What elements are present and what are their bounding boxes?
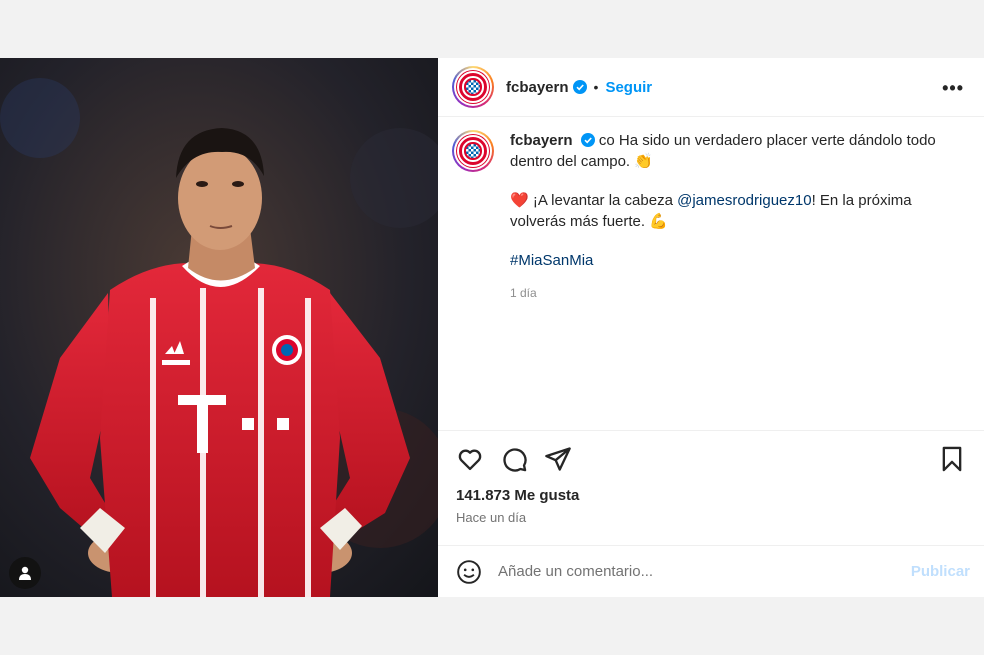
- post-photo[interactable]: [0, 58, 438, 597]
- avatar[interactable]: [452, 66, 494, 108]
- hashtag-link[interactable]: #MiaSanMia: [510, 252, 593, 269]
- header-separator: •: [593, 79, 599, 95]
- player-illustration: [0, 58, 438, 597]
- caption-line2-prefix: ❤️ ¡A levantar la cabeza: [510, 192, 678, 209]
- post-side-panel: fcbayern • Seguir ••• fcbayern co Ha sid…: [438, 58, 984, 597]
- follow-button[interactable]: Seguir: [605, 79, 652, 96]
- caption-text: fcbayern co Ha sido un verdadero placer …: [510, 130, 954, 304]
- post-header: fcbayern • Seguir •••: [438, 58, 984, 117]
- header-username[interactable]: fcbayern: [506, 79, 569, 96]
- likes-count[interactable]: 141.873 Me gusta: [456, 487, 966, 504]
- publish-button[interactable]: Publicar: [911, 563, 970, 580]
- mention-link[interactable]: @jamesrodriguez10: [677, 192, 811, 209]
- caption: fcbayern co Ha sido un verdadero placer …: [452, 130, 954, 304]
- caption-username[interactable]: fcbayern: [510, 132, 573, 149]
- heart-icon[interactable]: [456, 445, 484, 473]
- more-icon: •••: [942, 78, 964, 98]
- comment-input[interactable]: [498, 563, 911, 580]
- comment-icon[interactable]: [500, 445, 528, 473]
- user-tag-button[interactable]: [9, 557, 41, 589]
- share-icon[interactable]: [544, 445, 572, 473]
- comment-box: Publicar: [438, 545, 984, 597]
- verified-icon: [580, 133, 595, 147]
- bayern-logo: [457, 135, 489, 167]
- more-options-button[interactable]: •••: [942, 78, 964, 99]
- post-actions: 141.873 Me gusta Hace un día: [438, 430, 984, 546]
- instagram-post: fcbayern • Seguir ••• fcbayern co Ha sid…: [0, 58, 984, 597]
- emoji-icon[interactable]: [456, 559, 482, 585]
- user-tag-icon: [19, 566, 31, 580]
- caption-line1: co Ha sido un verdadero placer verte dán…: [510, 132, 936, 170]
- bayern-logo: [457, 71, 489, 103]
- verified-icon: [572, 80, 587, 94]
- caption-avatar[interactable]: [452, 130, 494, 172]
- post-time: Hace un día: [456, 510, 527, 525]
- caption-age: 1 día: [510, 286, 537, 300]
- bookmark-icon[interactable]: [938, 445, 966, 473]
